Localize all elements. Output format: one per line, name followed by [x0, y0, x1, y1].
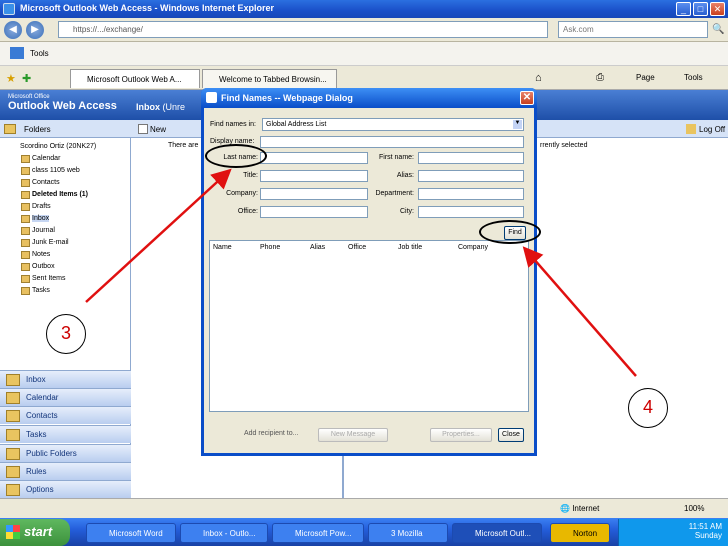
step-4-badge: 4	[628, 388, 668, 428]
arrow-to-last-name	[85, 168, 232, 303]
annotation-arrows	[85, 168, 637, 377]
arrow-to-find	[522, 246, 637, 377]
step-3-label: 3	[60, 323, 71, 343]
step-4-label: 4	[642, 397, 653, 417]
step-3-badge: 3	[46, 314, 86, 354]
